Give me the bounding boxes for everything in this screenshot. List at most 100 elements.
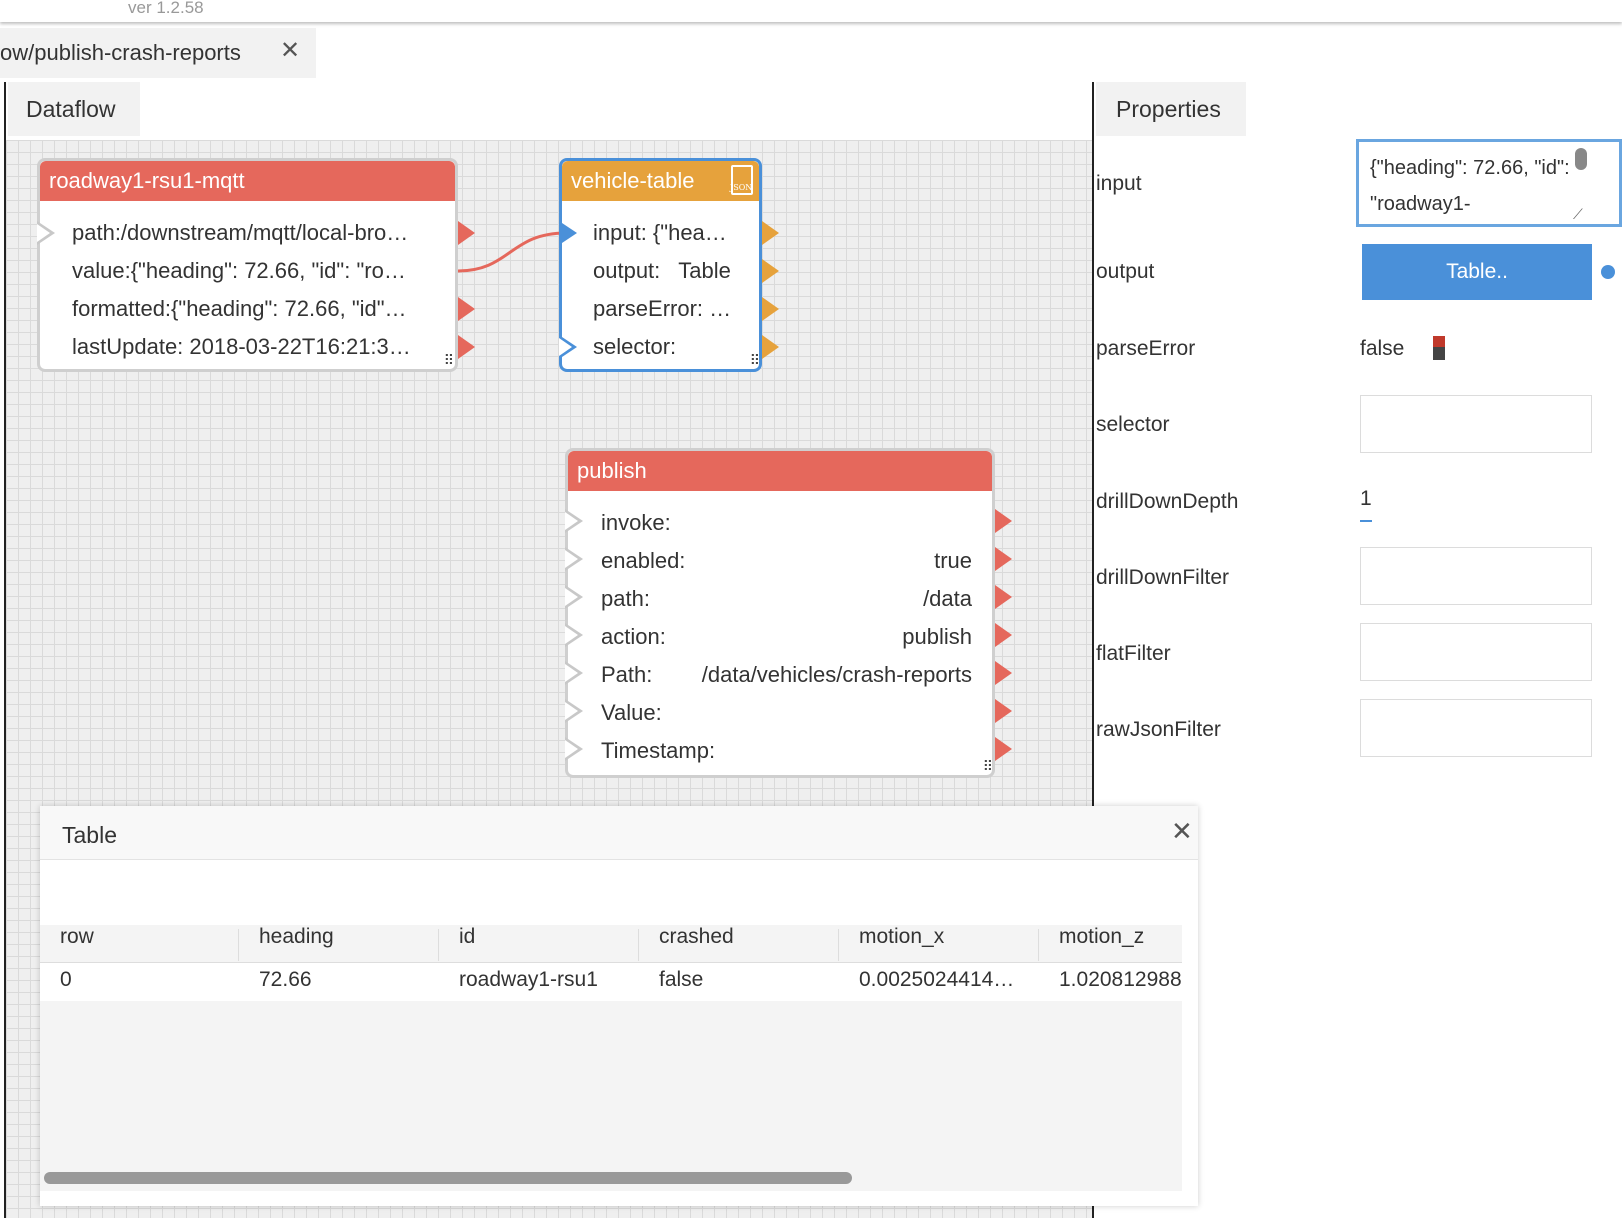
property-label-parseerror: parseError (1096, 337, 1196, 360)
property-label-rawjsonfilter: rawJsonFilter (1096, 718, 1221, 741)
node-vehicle-table-title: vehicle-table (562, 161, 759, 201)
input-port-inner (565, 740, 578, 758)
node-publish-row-value: /data/vehicles/crash-reports (701, 662, 972, 687)
column-divider[interactable] (1038, 929, 1039, 961)
version-label: ver 1.2.58 (128, 0, 204, 17)
flatfilter-field[interactable] (1360, 623, 1592, 681)
property-label-selector: selector (1096, 413, 1170, 436)
resize-handle[interactable]: ⠿ (444, 352, 454, 369)
column-divider[interactable] (838, 929, 839, 961)
output-port[interactable] (995, 737, 1012, 761)
property-label-drilldowndepth: drillDownDepth (1096, 490, 1239, 513)
node-mqtt-row: lastUpdate: 2018-03-22T16:21:3… (72, 334, 411, 359)
parseerror-toggle[interactable] (1433, 336, 1445, 360)
property-label-output: output (1096, 260, 1155, 283)
column-divider[interactable] (638, 929, 639, 961)
resize-handle[interactable]: ⠿ (983, 758, 993, 775)
input-field-value: {"heading": 72.66, "id": "roadway1- (1370, 157, 1570, 215)
drilldowndepth-underline (1360, 520, 1372, 522)
node-publish-row-label: invoke: (601, 510, 671, 535)
table-cell: false (659, 968, 704, 991)
node-vehicle-table-row: parseError: … (593, 296, 732, 321)
input-port-inner (565, 512, 578, 530)
output-port[interactable] (995, 699, 1012, 723)
table-cell: 1.020812988 (1059, 968, 1182, 991)
header-divider (40, 962, 1182, 963)
node-mqtt-title: roadway1-rsu1-mqtt (40, 161, 455, 201)
column-divider[interactable] (238, 929, 239, 961)
output-connected-indicator (1601, 265, 1615, 279)
output-port[interactable] (762, 221, 779, 245)
output-port[interactable] (995, 547, 1012, 571)
parseerror-value: false (1360, 337, 1405, 360)
node-mqtt-row: value:{"heading": 72.66, "id": "ro… (72, 258, 406, 283)
node-vehicle-table[interactable]: vehicle-table JSON input: {"hea… output:… (559, 158, 762, 372)
node-publish[interactable]: publish invoke: enabled: true path: /dat… (565, 448, 995, 778)
node-publish-row-label: Value: (601, 700, 662, 725)
node-publish-row-label: action: (601, 624, 666, 649)
drilldownfilter-field[interactable] (1360, 547, 1592, 605)
input-port-inner (565, 626, 578, 644)
table-panel-title: Table (62, 822, 117, 848)
node-mqtt-row: formatted:{"heading": 72.66, "id"… (72, 296, 407, 321)
output-table-button[interactable]: Table.. (1362, 244, 1592, 300)
output-port[interactable] (458, 335, 475, 359)
node-publish-row-label: enabled: (601, 548, 686, 573)
input-port-inner (559, 338, 572, 356)
property-label-drilldownfilter: drillDownFilter (1096, 566, 1230, 589)
selector-field[interactable] (1360, 395, 1592, 453)
input-port[interactable] (559, 221, 577, 245)
node-publish-row-value: /data (923, 586, 972, 611)
resize-grip-icon[interactable]: ⟋ (1573, 206, 1583, 223)
column-header[interactable]: id (459, 925, 475, 949)
resize-handle[interactable]: ⠿ (750, 352, 760, 369)
table-cell: roadway1-rsu1 (459, 968, 598, 991)
horizontal-scrollbar[interactable] (44, 1172, 852, 1184)
input-port-inner (565, 588, 578, 606)
output-port[interactable] (762, 335, 779, 359)
drilldowndepth-input[interactable]: 1 (1360, 487, 1372, 511)
output-port[interactable] (995, 585, 1012, 609)
node-vehicle-table-row: output: Table (593, 258, 731, 283)
tab-properties-label: Properties (1116, 96, 1221, 122)
scrollbar-thumb[interactable] (1575, 148, 1587, 170)
node-publish-row-label: path: (601, 586, 650, 611)
output-port[interactable] (458, 297, 475, 321)
input-port-inner (565, 702, 578, 720)
node-mqtt[interactable]: roadway1-rsu1-mqtt path:/downstream/mqtt… (37, 158, 458, 372)
property-label-flatfilter: flatFilter (1096, 642, 1171, 665)
input-port-inner (565, 550, 578, 568)
column-header[interactable]: crashed (659, 925, 734, 949)
input-port-inner (565, 664, 578, 682)
column-header[interactable]: row (60, 925, 94, 949)
output-port[interactable] (458, 221, 475, 245)
close-icon[interactable]: ✕ (1171, 816, 1193, 847)
property-label-input: input (1096, 172, 1142, 195)
node-publish-row-value: true (934, 548, 972, 573)
output-port[interactable] (995, 623, 1012, 647)
top-bar (0, 0, 1622, 22)
column-header[interactable]: motion_x (859, 925, 944, 949)
json-badge-text: JSON (730, 183, 753, 192)
table-cell: 0.0025024414… (859, 968, 1015, 991)
node-publish-row-label: Timestamp: (601, 738, 716, 763)
table-panel-header[interactable] (40, 806, 1198, 860)
node-publish-row-label: Path: (601, 662, 653, 687)
table-cell: 72.66 (259, 968, 312, 991)
column-header[interactable]: heading (259, 925, 334, 949)
output-port[interactable] (762, 297, 779, 321)
output-port[interactable] (995, 661, 1012, 685)
rawjsonfilter-field[interactable] (1360, 699, 1592, 757)
column-divider[interactable] (438, 929, 439, 961)
node-publish-title: publish (568, 451, 992, 491)
output-port[interactable] (762, 259, 779, 283)
output-port[interactable] (995, 509, 1012, 533)
json-file-icon: JSON (730, 165, 753, 195)
input-port-inner (37, 224, 50, 242)
column-header[interactable]: motion_z (1059, 925, 1144, 949)
node-vehicle-table-row: selector: (593, 334, 677, 359)
node-publish-row-value: publish (902, 624, 972, 649)
table-cell: 0 (60, 968, 72, 991)
node-vehicle-table-row: input: {"hea… (593, 220, 727, 245)
node-mqtt-row: path:/downstream/mqtt/local-bro… (72, 220, 409, 245)
